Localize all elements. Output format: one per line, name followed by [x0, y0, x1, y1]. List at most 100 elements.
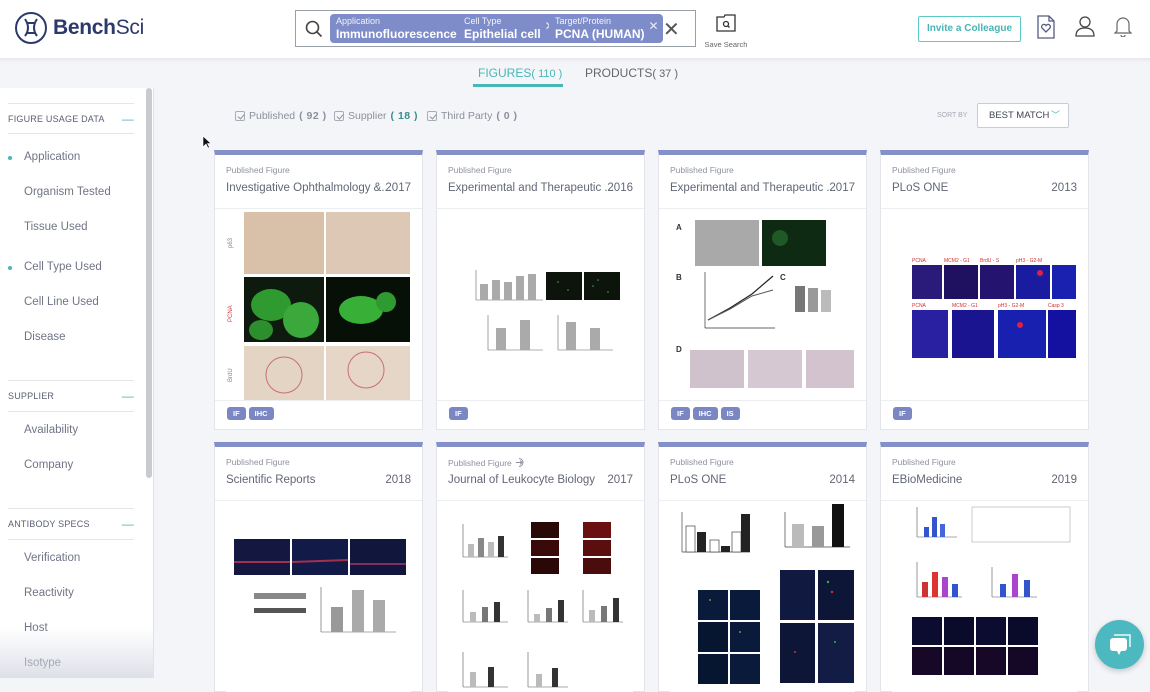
collapse-icon[interactable]: —: [122, 112, 134, 126]
tag-badge: IS: [720, 407, 740, 420]
filter-third-party[interactable]: Third Party( 0 ): [427, 110, 518, 122]
checkbox-checked-icon[interactable]: [235, 111, 245, 121]
search-bar[interactable]: Application Immunofluorescence ✕ Cell Ty…: [295, 10, 696, 47]
sidebar-item-availability[interactable]: Availability: [24, 424, 78, 436]
journal-name[interactable]: Experimental and Therapeutic ...: [670, 182, 836, 194]
publication-year: 2014: [829, 474, 855, 486]
checkbox-checked-icon[interactable]: [334, 111, 344, 121]
search-chip-application[interactable]: Application Immunofluorescence ✕: [330, 14, 475, 43]
publication-year: 2016: [607, 182, 633, 194]
tag-list: IF: [893, 407, 912, 420]
checkbox-checked-icon[interactable]: [427, 111, 437, 121]
figure-thumbnail[interactable]: [670, 502, 855, 692]
sidebar-item-verification[interactable]: Verification: [24, 552, 80, 564]
result-tabs: FIGURES( 110 ) PRODUCTS( 37 ): [0, 58, 1150, 88]
svg-text:D: D: [676, 345, 682, 354]
figure-card[interactable]: Published Figure PLoS ONE 2013 PCNA MCM2 …: [880, 150, 1089, 430]
active-filter-dot: [8, 156, 12, 160]
linked-figure-icon[interactable]: [515, 457, 526, 468]
figure-card[interactable]: Published Figure Experimental and Therap…: [658, 150, 867, 430]
svg-text:BrdU - S: BrdU - S: [980, 258, 1000, 264]
collapse-icon[interactable]: —: [122, 389, 134, 403]
tag-badge: IF: [449, 407, 468, 420]
sidebar-item-company[interactable]: Company: [24, 459, 73, 471]
sidebar-item-cell-line-used[interactable]: Cell Line Used: [24, 296, 99, 308]
journal-name[interactable]: PLoS ONE: [670, 474, 726, 486]
svg-text:Casp 3: Casp 3: [1048, 303, 1064, 309]
search-icon[interactable]: [305, 20, 323, 43]
tag-list: IF IHC IS: [671, 407, 740, 420]
sidebar-item-reactivity[interactable]: Reactivity: [24, 587, 74, 599]
svg-text:PCNA: PCNA: [912, 258, 927, 264]
journal-name[interactable]: Experimental and Therapeutic ...: [448, 182, 614, 194]
figure-thumbnail[interactable]: [892, 502, 1077, 692]
publication-year: 2017: [607, 474, 633, 486]
journal-name[interactable]: Journal of Leukocyte Biology: [448, 474, 595, 486]
svg-text:pH3 - G2-M: pH3 - G2-M: [1016, 258, 1042, 264]
journal-name[interactable]: EBioMedicine: [892, 474, 962, 486]
sidebar-item-application[interactable]: Application: [24, 151, 80, 163]
tag-badge: IHC: [692, 407, 718, 420]
invite-colleague-button[interactable]: Invite a Colleague: [918, 16, 1021, 42]
journal-name[interactable]: PLoS ONE: [892, 182, 948, 194]
tag-badge: IF: [671, 407, 690, 420]
user-icon[interactable]: [1074, 15, 1096, 42]
bell-icon[interactable]: [1113, 15, 1133, 42]
chat-bubble-icon: [1110, 634, 1131, 655]
figure-card[interactable]: Published Figure PLoS ONE 2014: [658, 442, 867, 692]
search-chip-target-protein[interactable]: Target/Protein PCNA (HUMAN) ✕: [549, 14, 663, 43]
sort-by-label: SORT BY: [937, 112, 968, 119]
collapse-icon[interactable]: —: [122, 517, 134, 531]
save-search-button[interactable]: Save Search: [703, 14, 749, 49]
filter-published[interactable]: Published( 92 ): [235, 110, 327, 122]
tab-figures[interactable]: FIGURES( 110 ): [478, 66, 562, 80]
mouse-cursor-icon: [202, 135, 212, 149]
section-figure-usage-data[interactable]: FIGURE USAGE DATA —: [8, 112, 134, 126]
figure-thumbnail[interactable]: p63 PCNA BrdU: [226, 210, 411, 400]
sidebar-scrollbar[interactable]: [146, 88, 152, 478]
svg-text:PCNA: PCNA: [228, 305, 234, 322]
figure-thumbnail[interactable]: A B C D: [670, 210, 855, 400]
sidebar-item-cell-type-used[interactable]: Cell Type Used: [24, 261, 102, 273]
publication-year: 2017: [829, 182, 855, 194]
svg-text:A: A: [676, 223, 682, 232]
publication-year: 2018: [385, 474, 411, 486]
sidebar-item-organism-tested[interactable]: Organism Tested: [24, 186, 111, 198]
tab-products[interactable]: PRODUCTS( 37 ): [585, 66, 678, 80]
publication-year: 2017: [385, 182, 411, 194]
journal-name[interactable]: Scientific Reports: [226, 474, 315, 486]
clear-search-icon[interactable]: ✕: [663, 17, 680, 42]
benchsci-logo[interactable]: BenchSci: [15, 12, 144, 44]
figure-card[interactable]: Published Figure EBioMedicine 2019: [880, 442, 1089, 692]
svg-text:BrdU: BrdU: [228, 368, 234, 382]
journal-name[interactable]: Investigative Ophthalmology &...: [226, 182, 391, 194]
figure-card[interactable]: Published Figure Experimental and Therap…: [436, 150, 645, 430]
figure-thumbnail[interactable]: [448, 210, 633, 400]
search-chip-cell-type[interactable]: Cell Type Epithelial cell ✕: [458, 14, 559, 43]
figure-card[interactable]: Published Figure Scientific Reports 2018: [214, 442, 423, 692]
section-antibody-specs[interactable]: ANTIBODY SPECS —: [8, 517, 134, 531]
svg-text:MCM2 - G1: MCM2 - G1: [952, 303, 978, 309]
filter-supplier[interactable]: Supplier( 18 ): [334, 110, 418, 122]
figure-thumbnail[interactable]: [226, 502, 411, 692]
chat-support-button[interactable]: [1095, 620, 1144, 669]
figure-card[interactable]: Published Figure Journal of Leukocyte Bi…: [436, 442, 645, 692]
svg-text:C: C: [780, 273, 786, 282]
svg-text:p63: p63: [228, 237, 234, 248]
saved-figures-icon[interactable]: [1037, 15, 1055, 44]
sidebar-item-disease[interactable]: Disease: [24, 331, 66, 343]
sort-dropdown[interactable]: BEST MATCH ﹀: [977, 103, 1069, 128]
figure-thumbnail[interactable]: PCNA MCM2 - G1 BrdU - S pH3 - G2-M PCNA MCM2 …: [892, 210, 1077, 400]
figure-thumbnail[interactable]: [448, 502, 633, 692]
chevron-down-icon: ﹀: [1050, 110, 1060, 120]
svg-text:B: B: [676, 273, 682, 282]
top-header: BenchSci Application Immunofluorescence …: [0, 0, 1150, 58]
section-supplier[interactable]: SUPPLIER —: [8, 389, 134, 403]
sidebar-item-tissue-used[interactable]: Tissue Used: [24, 221, 88, 233]
remove-chip-icon[interactable]: ✕: [648, 19, 658, 33]
figure-card[interactable]: Published Figure Investigative Ophthalmo…: [214, 150, 423, 430]
tag-list: IF: [449, 407, 468, 420]
folder-search-icon: [716, 14, 736, 32]
logo-icon: [15, 12, 47, 44]
publication-year: 2013: [1051, 182, 1077, 194]
